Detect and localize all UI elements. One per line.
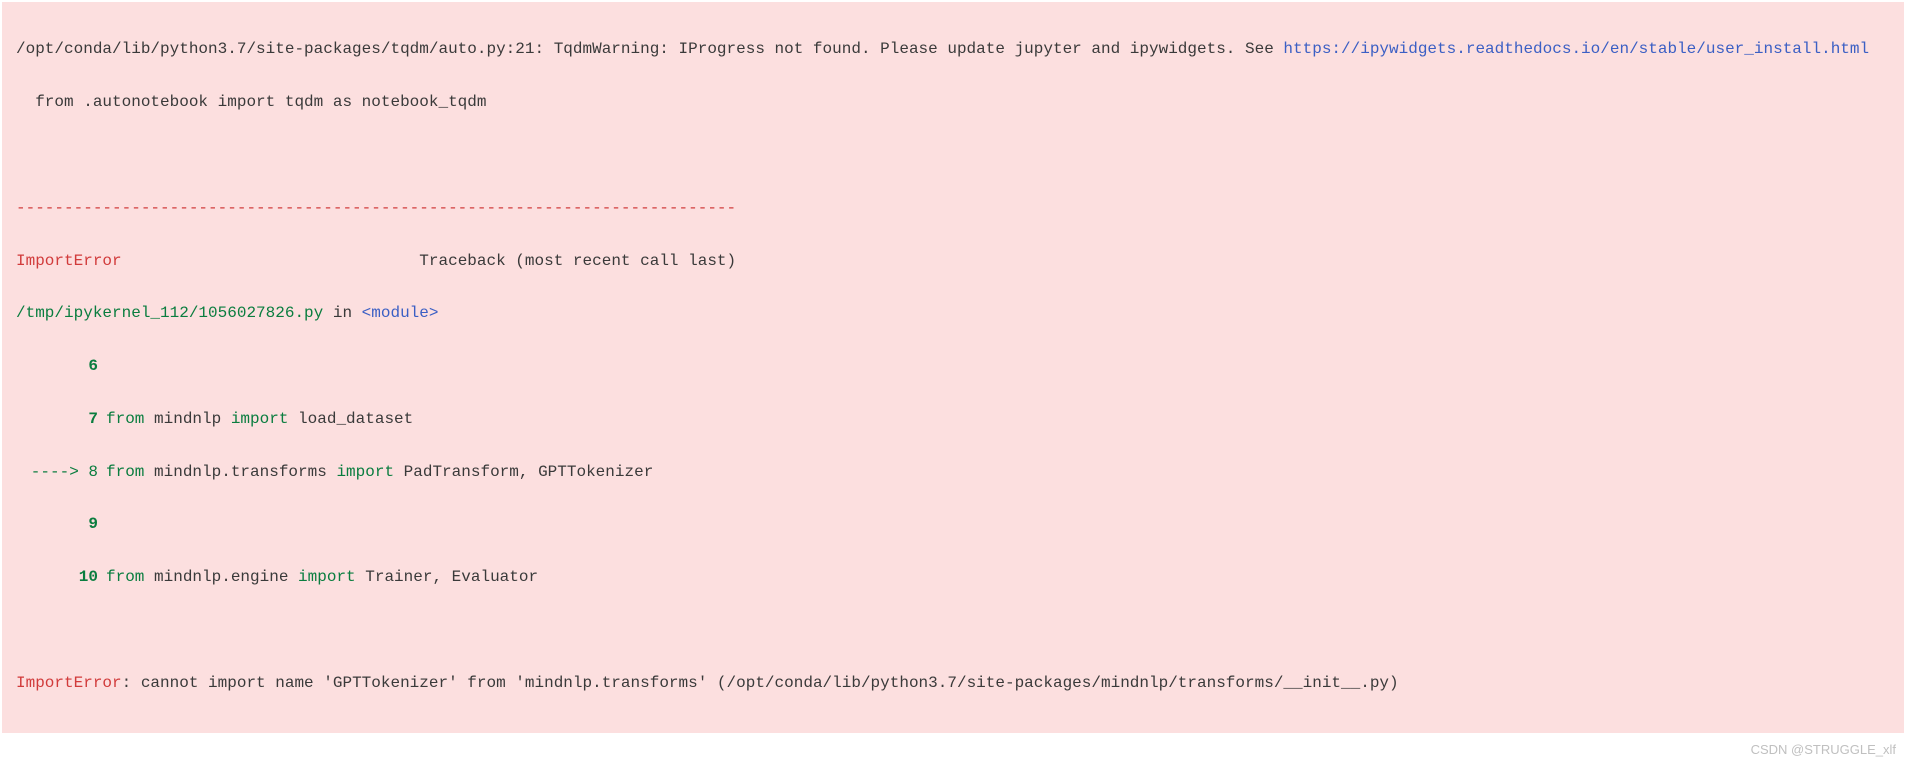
module-name: mindnlp.transforms bbox=[144, 463, 336, 481]
module-tag: <module> bbox=[362, 304, 439, 322]
line-number-9: 9 bbox=[16, 511, 106, 537]
warning-path: /opt/conda/lib/python3.7/site-packages/t… bbox=[16, 40, 1283, 58]
code-line-8-error: ----> 8from mindnlp.transforms import Pa… bbox=[16, 459, 1890, 485]
error-output-cell: /opt/conda/lib/python3.7/site-packages/t… bbox=[2, 2, 1904, 733]
error-arrow: ----> 8 bbox=[16, 459, 106, 485]
keyword-import: import bbox=[336, 463, 394, 481]
module-name: mindnlp.engine bbox=[144, 568, 298, 586]
line-number-6: 6 bbox=[16, 353, 106, 379]
module-name: mindnlp bbox=[144, 410, 230, 428]
warning-line-2: from .autonotebook import tqdm as notebo… bbox=[16, 89, 1890, 115]
final-error-line: ImportError: cannot import name 'GPTToke… bbox=[16, 670, 1890, 696]
blank-line-1 bbox=[16, 142, 1890, 168]
keyword-from: from bbox=[106, 463, 144, 481]
keyword-from: from bbox=[106, 410, 144, 428]
watermark: CSDN @STRUGGLE_xlf bbox=[0, 735, 1906, 760]
file-path: /tmp/ipykernel_112/1056027826.py bbox=[16, 304, 323, 322]
code-line-10: 10from mindnlp.engine import Trainer, Ev… bbox=[16, 564, 1890, 590]
import-names: Trainer, Evaluator bbox=[356, 568, 538, 586]
line-number-10: 10 bbox=[16, 564, 106, 590]
in-text: in bbox=[323, 304, 361, 322]
keyword-from: from bbox=[106, 568, 144, 586]
final-error-message: : cannot import name 'GPTTokenizer' from… bbox=[122, 674, 1399, 692]
code-line-6: 6 bbox=[16, 353, 1890, 379]
traceback-label: Traceback (most recent call last) bbox=[419, 252, 736, 270]
line-number-7: 7 bbox=[16, 406, 106, 432]
import-names: PadTransform, GPTTokenizer bbox=[394, 463, 653, 481]
warning-link[interactable]: https://ipywidgets.readthedocs.io/en/sta… bbox=[1283, 40, 1869, 58]
import-names: load_dataset bbox=[288, 410, 413, 428]
file-line: /tmp/ipykernel_112/1056027826.py in <mod… bbox=[16, 300, 1890, 326]
warning-line-1: /opt/conda/lib/python3.7/site-packages/t… bbox=[16, 36, 1890, 62]
error-spacer bbox=[122, 252, 420, 270]
keyword-import: import bbox=[298, 568, 356, 586]
separator-line: ----------------------------------------… bbox=[16, 195, 1890, 221]
error-name: ImportError bbox=[16, 252, 122, 270]
code-line-7: 7from mindnlp import load_dataset bbox=[16, 406, 1890, 432]
error-header-line: ImportError Traceback (most recent call … bbox=[16, 248, 1890, 274]
code-line-9: 9 bbox=[16, 511, 1890, 537]
final-error-name: ImportError bbox=[16, 674, 122, 692]
keyword-import: import bbox=[231, 410, 289, 428]
blank-line-2 bbox=[16, 617, 1890, 643]
